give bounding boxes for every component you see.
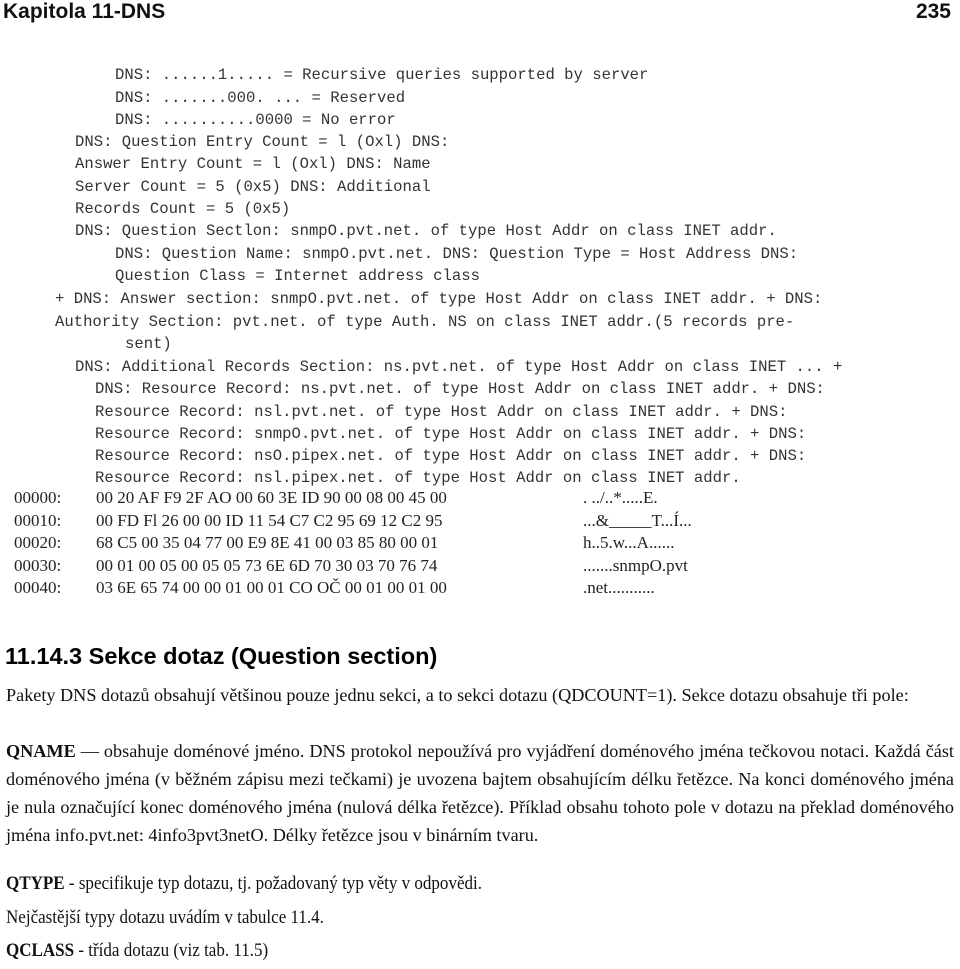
- chapter-title: Kapitola 11-DNS: [3, 0, 166, 23]
- decode-line: Answer Entry Count = l (Oxl) DNS: Name: [75, 155, 431, 173]
- hex-dump: 00000: 00 20 AF F9 2F AO 00 60 3E ID 90 0…: [0, 488, 960, 603]
- decode-line: Records Count = 5 (0x5): [75, 200, 291, 218]
- decode-line: sent): [125, 335, 172, 353]
- decode-line: Resource Record: snmpO.pvt.net. of type …: [95, 425, 807, 443]
- qclass-term: QCLASS: [6, 941, 75, 961]
- page-number: 235: [915, 0, 951, 23]
- decode-line: Resource Record: nsl.pvt.net. of type Ho…: [95, 403, 788, 421]
- qclass-description: - třída dotazu (viz tab. 11.5): [74, 941, 269, 961]
- qclass-paragraph: QCLASS - třída dotazu (viz tab. 11.5): [6, 941, 268, 962]
- decode-line: DNS: Question Sectlon: snmpO.pvt.net. of…: [75, 222, 777, 240]
- section-heading: 11.14.3 Sekce dotaz (Question section): [5, 643, 438, 669]
- hex-ascii: .net...........: [583, 578, 655, 597]
- hex-offset: 00040:: [14, 578, 62, 597]
- decode-line: DNS: Question Entry Count = l (Oxl) DNS:: [75, 133, 450, 151]
- qtype-description: - specifikuje typ dotazu, tj. požadovaný…: [64, 874, 483, 894]
- decode-line: DNS: ......1..... = Recursive queries su…: [115, 66, 649, 84]
- decode-line: DNS: .......000. ... = Reserved: [115, 89, 406, 107]
- qtype-term: QTYPE: [6, 874, 65, 894]
- decode-line: Question Class = Internet address class: [115, 267, 480, 285]
- qname-term: QNAME: [6, 741, 76, 761]
- decode-line: Resource Record: nsO.pipex.net. of type …: [95, 447, 807, 465]
- hex-offset: 00000:: [14, 488, 62, 507]
- qname-paragraph: QNAME — obsahuje doménové jméno. DNS pro…: [6, 737, 954, 849]
- hex-bytes: 00 FD Fl 26 00 00 ID 11 54 C7 C2 95 69 1…: [96, 510, 443, 530]
- hex-bytes: 00 01 00 05 00 05 05 73 6E 6D 70 30 03 7…: [96, 555, 438, 575]
- hex-ascii: ...&_____T...Í...: [583, 510, 692, 530]
- hex-offset: 00010:: [14, 510, 62, 530]
- hex-offset: 00030:: [14, 555, 62, 575]
- decode-line: DNS: Additional Records Section: ns.pvt.…: [75, 358, 843, 376]
- decode-line: Server Count = 5 (0x5) DNS: Additional: [75, 178, 431, 196]
- hex-bytes: 03 6E 65 74 00 00 01 00 01 CO OČ 00 01 0…: [96, 578, 447, 597]
- decode-line: DNS: Resource Record: ns.pvt.net. of typ…: [95, 380, 825, 398]
- intro-paragraph: Pakety DNS dotazů obsahují většinou pouz…: [6, 685, 909, 705]
- qname-description: — obsahuje doménové jméno. DNS protokol …: [6, 741, 954, 845]
- decode-line: Resource Record: nsl.pipex.net. of type …: [95, 469, 741, 487]
- hex-bytes: 00 20 AF F9 2F AO 00 60 3E ID 90 00 08 0…: [96, 488, 447, 507]
- decode-line: DNS: Question Name: snmpO.pvt.net. DNS: …: [115, 245, 799, 263]
- decode-line: + DNS: Answer section: snmpO.pvt.net. of…: [55, 290, 823, 308]
- types-note: Nejčastější typy dotazu uvádím v tabulce…: [6, 908, 324, 928]
- hex-ascii: . ../..*.....E.: [583, 488, 658, 507]
- hex-ascii: .......snmpO.pvt: [583, 555, 688, 575]
- decode-line: Authority Section: pvt.net. of type Auth…: [55, 313, 795, 331]
- qtype-paragraph: QTYPE - specifikuje typ dotazu, tj. poža…: [6, 874, 482, 895]
- hex-ascii: h..5.w...A......: [583, 533, 675, 552]
- hex-offset: 00020:: [14, 533, 62, 552]
- hex-bytes: 68 C5 00 35 04 77 00 E9 8E 41 00 03 85 8…: [96, 533, 439, 552]
- decode-line: DNS: ..........0000 = No error: [115, 111, 396, 129]
